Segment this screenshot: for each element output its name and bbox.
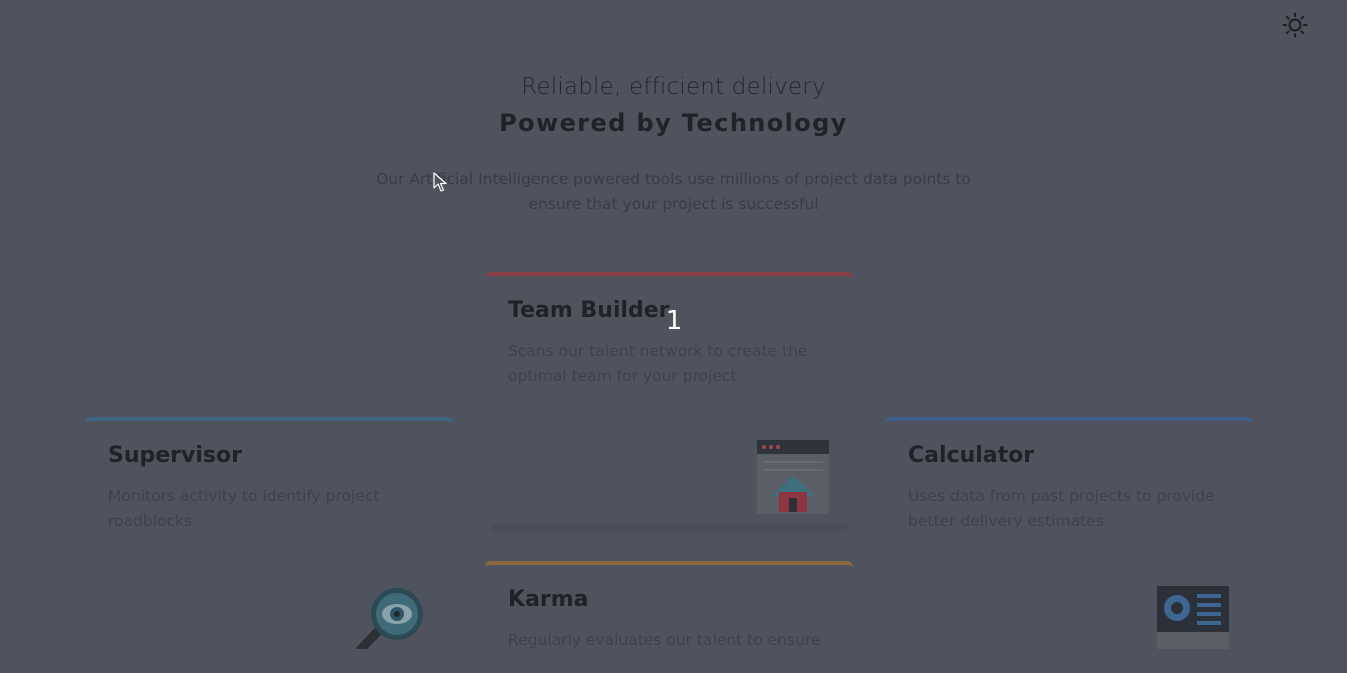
card-description: Scans our talent network to create the o… xyxy=(508,342,808,385)
card-karma[interactable]: Karma Regularly evaluates our talent to … xyxy=(485,561,853,673)
card-description: Monitors activity to identify project ro… xyxy=(108,487,380,530)
hero-kicker: Reliable, efficient delivery xyxy=(521,74,826,100)
sun-icon xyxy=(1282,12,1308,38)
card-supervisor[interactable]: Supervisor Monitors activity to identify… xyxy=(85,417,453,530)
hero-title: Powered by Technology xyxy=(499,109,848,137)
team-builder-illustration xyxy=(757,440,829,514)
card-calculator[interactable]: Calculator Uses data from past projects … xyxy=(885,417,1253,530)
theme-toggle[interactable] xyxy=(1281,11,1309,39)
card-title: Calculator xyxy=(908,443,1035,468)
card-shadow xyxy=(492,525,848,535)
card-title: Team Builder xyxy=(508,298,670,323)
card-title: Karma xyxy=(508,587,589,612)
calculator-illustration xyxy=(1157,586,1229,649)
card-description: Uses data from past projects to provide … xyxy=(908,487,1215,530)
card-title: Supervisor xyxy=(108,443,242,468)
slide-number: 1 xyxy=(665,306,683,336)
hero-description: Our Artificial Intelligence powered tool… xyxy=(376,170,971,213)
card-description: Regularly evaluates our talent to ensure xyxy=(508,631,821,649)
mouse-cursor-icon xyxy=(433,172,447,192)
magnifier-eye-illustration xyxy=(356,588,423,649)
